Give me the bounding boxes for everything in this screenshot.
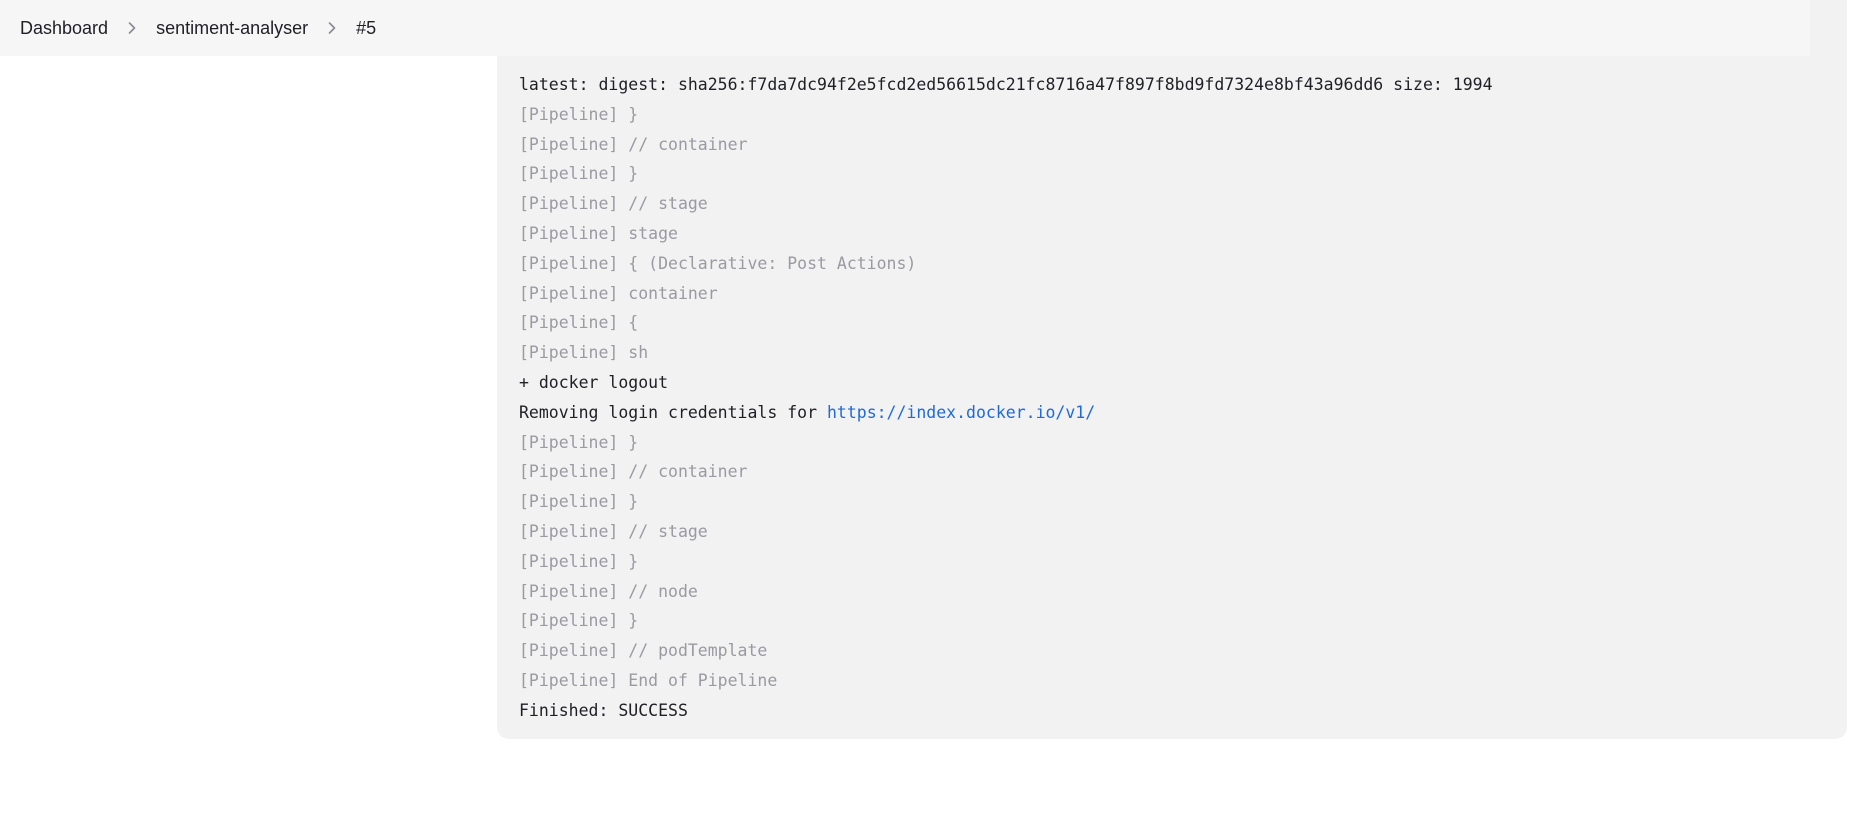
console-line-with-link: Removing login credentials for https://i… [519, 398, 1847, 428]
console-line: [Pipeline] stage [519, 223, 678, 243]
console-line: [Pipeline] } [519, 611, 639, 631]
console-line: [Pipeline] } [519, 104, 639, 124]
console-line: [Pipeline] } [519, 164, 639, 184]
console-line: [Pipeline] { [519, 313, 639, 333]
console-line-text: Removing login credentials for [519, 402, 827, 422]
console-line: [Pipeline] // podTemplate [519, 641, 768, 661]
docker-registry-link[interactable]: https://index.docker.io/v1/ [827, 403, 1095, 422]
console-output: latest: digest: sha256:f7da7dc94f2e5fcd2… [497, 0, 1847, 739]
console-line: + docker logout [519, 372, 669, 392]
console-line: [Pipeline] } [519, 551, 639, 571]
console-line: [Pipeline] { (Declarative: Post Actions) [519, 253, 917, 273]
console-line: [Pipeline] // node [519, 581, 698, 601]
console-line: Finished: SUCCESS [519, 700, 688, 720]
breadcrumb: Dashboard sentiment-analyser #5 [0, 0, 1810, 56]
console-line: [Pipeline] // stage [519, 521, 708, 541]
console-line: [Pipeline] // container [519, 134, 748, 154]
console-line: [Pipeline] // container [519, 462, 748, 482]
console-line: [Pipeline] } [519, 492, 639, 512]
chevron-right-icon [308, 16, 356, 40]
console-line: [Pipeline] sh [519, 343, 649, 363]
breadcrumb-job[interactable]: sentiment-analyser [156, 18, 308, 39]
console-line: [Pipeline] } [519, 432, 639, 452]
console-line: latest: digest: sha256:f7da7dc94f2e5fcd2… [519, 75, 1493, 94]
breadcrumb-dashboard[interactable]: Dashboard [20, 18, 108, 39]
chevron-right-icon [108, 16, 156, 40]
breadcrumb-build[interactable]: #5 [356, 18, 376, 39]
console-line: [Pipeline] // stage [519, 194, 708, 214]
console-line: [Pipeline] container [519, 283, 718, 303]
console-line: [Pipeline] End of Pipeline [519, 670, 778, 690]
